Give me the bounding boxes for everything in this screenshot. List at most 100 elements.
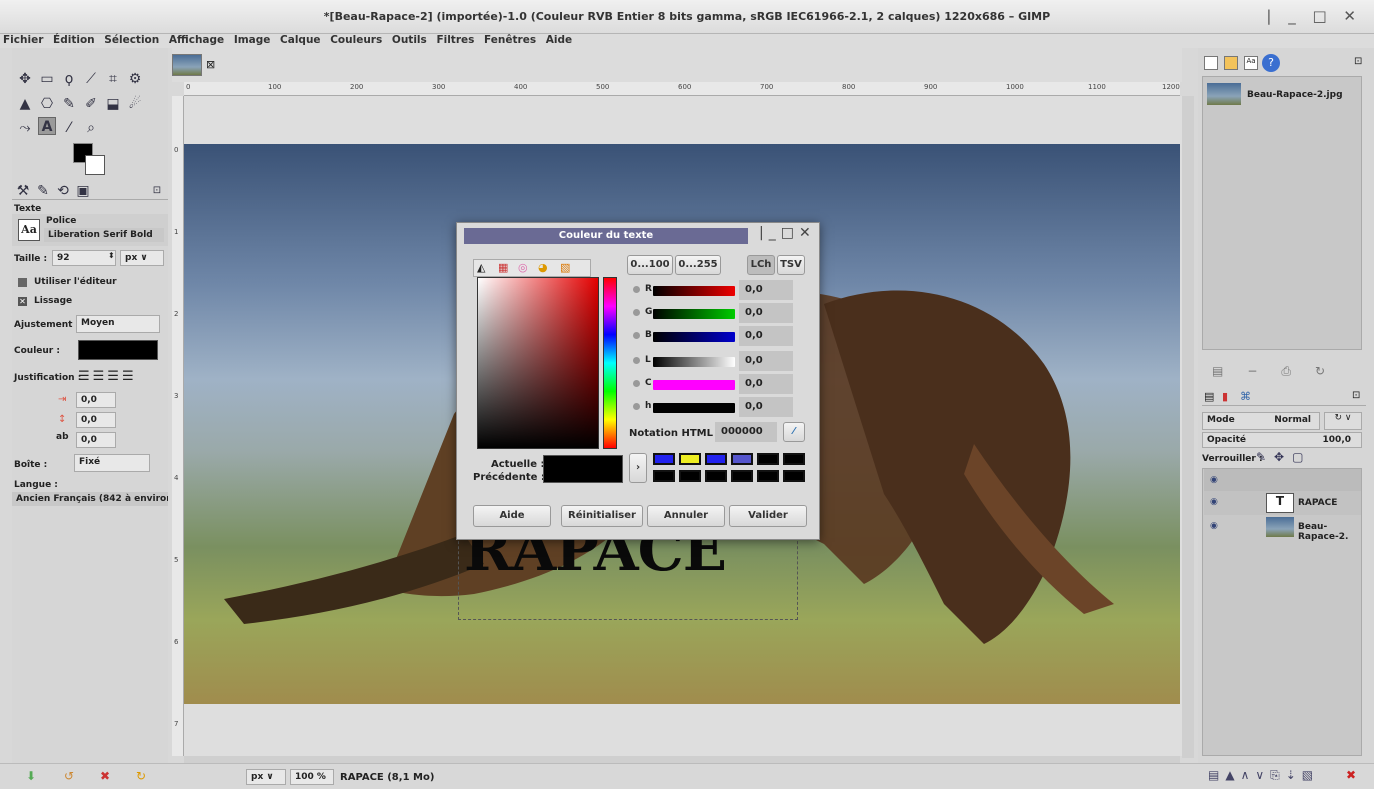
menu-couleurs[interactable]: Couleurs bbox=[330, 34, 382, 46]
color-selector-tabs[interactable]: ◭ ▦ ◎ ◕ ▧ bbox=[473, 259, 591, 277]
channel-b-value[interactable]: 0,0 bbox=[739, 326, 793, 346]
history-swatch[interactable] bbox=[705, 453, 727, 465]
fonts-tab-icon[interactable]: Aa bbox=[1244, 56, 1258, 70]
channel-g-radio[interactable] bbox=[633, 309, 640, 316]
text-tool-icon[interactable]: A bbox=[38, 117, 56, 135]
hinting-select[interactable]: Moyen bbox=[76, 315, 160, 333]
zoom-icon[interactable]: ⌕ bbox=[82, 119, 100, 137]
watercolor-selector-icon[interactable]: ◎ bbox=[518, 261, 528, 274]
channel-g-value[interactable]: 0,0 bbox=[739, 303, 793, 323]
channel-c-slider[interactable] bbox=[653, 380, 735, 390]
letter-spacing-input[interactable]: 0,0 bbox=[76, 432, 116, 448]
history-swatch[interactable] bbox=[757, 453, 779, 465]
layers-menu-icon[interactable]: ⊡ bbox=[1352, 390, 1360, 401]
dialog-window-controls[interactable]: |_□✕ bbox=[759, 225, 816, 241]
fuzzy-select-icon[interactable]: ⟋ bbox=[82, 70, 100, 88]
channel-b-slider[interactable] bbox=[653, 332, 735, 342]
vertical-scrollbar[interactable] bbox=[1182, 96, 1194, 758]
rect-select-icon[interactable]: ▭ bbox=[38, 70, 56, 88]
crop-icon[interactable]: ⌗ bbox=[104, 70, 122, 88]
dock-menu-icon[interactable]: ⊡ bbox=[1354, 56, 1362, 67]
channel-c-value[interactable]: 0,0 bbox=[739, 374, 793, 394]
move-tool-icon[interactable]: ✥ bbox=[16, 70, 34, 88]
close-tab-icon[interactable]: ⊠ bbox=[206, 58, 215, 71]
menu-fenetres[interactable]: Fenêtres bbox=[484, 34, 536, 46]
help-tab-icon[interactable]: ? bbox=[1262, 54, 1280, 72]
menu-affichage[interactable]: Affichage bbox=[169, 34, 224, 46]
saturation-value-field[interactable] bbox=[477, 277, 599, 449]
help-button[interactable]: Aide bbox=[473, 505, 551, 527]
history-swatch[interactable] bbox=[653, 470, 675, 482]
text-color-button[interactable] bbox=[78, 340, 158, 360]
reset-button[interactable]: Réinitialiser bbox=[561, 505, 643, 527]
undo-history-tab-icon[interactable]: ⟲ bbox=[54, 182, 72, 200]
clone-icon[interactable]: ⎔ bbox=[38, 95, 56, 113]
tool-options-tab-icon[interactable]: ⚒ bbox=[14, 182, 32, 200]
smudge-icon[interactable]: ☄ bbox=[126, 95, 144, 113]
history-swatch[interactable] bbox=[783, 453, 805, 465]
color-picker-icon[interactable]: ⁄ bbox=[60, 119, 78, 137]
unit-select[interactable]: px ∨ bbox=[120, 250, 164, 266]
channel-l-slider[interactable] bbox=[653, 357, 735, 367]
size-spinner-icon[interactable]: ⬍ bbox=[108, 251, 115, 260]
layer-row[interactable]: ◉ T RAPACE bbox=[1204, 491, 1361, 515]
brushes-tab-icon[interactable] bbox=[1204, 56, 1218, 70]
font-preview-icon[interactable]: Aa bbox=[18, 219, 40, 241]
history-swatch[interactable] bbox=[757, 470, 779, 482]
indent-input[interactable]: 0,0 bbox=[76, 392, 116, 408]
history-swatch[interactable] bbox=[679, 453, 701, 465]
hue-strip[interactable] bbox=[603, 277, 617, 449]
eye-icon[interactable]: ◉ bbox=[1210, 497, 1218, 507]
lock-icons[interactable]: ✎✥▢ bbox=[1256, 450, 1311, 464]
mode-select[interactable]: Mode Normal bbox=[1202, 412, 1320, 430]
menu-edition[interactable]: Édition bbox=[53, 34, 95, 46]
eye-icon[interactable]: ◉ bbox=[1210, 475, 1218, 485]
reset-options-icon[interactable]: ↻ bbox=[136, 769, 146, 783]
images-tab-icon[interactable]: ▣ bbox=[74, 182, 92, 200]
pencil-icon[interactable]: ✐ bbox=[82, 95, 100, 113]
bucket-icon[interactable]: ▲ bbox=[16, 95, 34, 113]
zoom-select[interactable]: 100 % bbox=[290, 769, 334, 785]
delete-layer-icon[interactable]: ✖ bbox=[1346, 768, 1356, 782]
range-255-button[interactable]: 0...255 bbox=[675, 255, 721, 275]
tsv-button[interactable]: TSV bbox=[777, 255, 805, 275]
device-status-tab-icon[interactable]: ✎ bbox=[34, 182, 52, 200]
layer-row[interactable]: ◉ Beau-Rapace-2. bbox=[1204, 515, 1361, 542]
font-input[interactable]: Liberation Serif Bold bbox=[44, 228, 164, 242]
channel-r-radio[interactable] bbox=[633, 286, 640, 293]
delete-options-icon[interactable]: ✖ bbox=[100, 769, 110, 783]
history-swatch[interactable] bbox=[783, 470, 805, 482]
image-tab-thumbnail[interactable] bbox=[172, 54, 202, 76]
menu-fichier[interactable]: Fichier bbox=[3, 34, 43, 46]
channel-c-radio[interactable] bbox=[633, 380, 640, 387]
channel-b-radio[interactable] bbox=[633, 332, 640, 339]
history-swatch[interactable] bbox=[705, 470, 727, 482]
layers-tab-icon[interactable]: ▤ bbox=[1204, 390, 1214, 403]
menu-calque[interactable]: Calque bbox=[280, 34, 321, 46]
menu-aide[interactable]: Aide bbox=[546, 34, 572, 46]
channels-tab-icon[interactable]: ▮ bbox=[1222, 390, 1228, 403]
antialias-checkbox[interactable]: ✕ bbox=[18, 297, 27, 306]
history-swatch[interactable] bbox=[653, 453, 675, 465]
menu-selection[interactable]: Sélection bbox=[104, 34, 159, 46]
window-controls[interactable]: | _ □ ✕ bbox=[1266, 7, 1362, 25]
images-actions[interactable]: ▤−⎙↻ bbox=[1212, 364, 1349, 379]
eyedropper-icon[interactable]: ⁄ bbox=[783, 422, 805, 442]
gimp-selector-icon[interactable]: ◭ bbox=[477, 261, 485, 274]
brush-icon[interactable]: ✎ bbox=[60, 95, 78, 113]
save-options-icon[interactable]: ⬇ bbox=[26, 769, 36, 783]
menu-image[interactable]: Image bbox=[234, 34, 271, 46]
eye-icon[interactable]: ◉ bbox=[1210, 521, 1218, 531]
cmyk-selector-icon[interactable]: ▦ bbox=[498, 261, 508, 274]
channel-l-value[interactable]: 0,0 bbox=[739, 351, 793, 371]
line-spacing-input[interactable]: 0,0 bbox=[76, 412, 116, 428]
menu-filtres[interactable]: Filtres bbox=[436, 34, 474, 46]
justify-buttons[interactable]: ☰☰☰☰ bbox=[78, 369, 137, 384]
restore-options-icon[interactable]: ↺ bbox=[64, 769, 74, 783]
warp-icon[interactable]: ⚙ bbox=[126, 70, 144, 88]
channel-r-value[interactable]: 0,0 bbox=[739, 280, 793, 300]
channel-h-radio[interactable] bbox=[633, 403, 640, 410]
palette-selector-icon[interactable]: ▧ bbox=[560, 261, 570, 274]
channel-h-value[interactable]: 0,0 bbox=[739, 397, 793, 417]
cancel-button[interactable]: Annuler bbox=[647, 505, 725, 527]
